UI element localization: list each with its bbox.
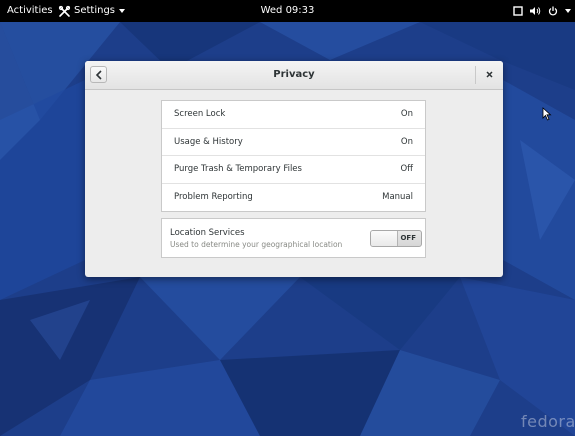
row-label: Screen Lock — [174, 109, 226, 119]
screen-icon — [513, 6, 523, 16]
app-menu-button[interactable]: Settings — [58, 0, 126, 22]
location-services-subtitle: Used to determine your geographical loca… — [170, 240, 343, 249]
chevron-left-icon — [95, 70, 102, 80]
app-menu-label: Settings — [74, 5, 116, 16]
activities-button[interactable]: Activities — [7, 0, 53, 22]
row-usage-history[interactable]: Usage & History On — [162, 129, 425, 156]
header-separator — [475, 66, 476, 84]
switch-knob — [371, 231, 398, 246]
settings-tools-icon — [58, 5, 71, 17]
location-services-row: Location Services Used to determine your… — [161, 218, 426, 258]
row-value: On — [400, 136, 413, 147]
window-title-area: Privacy — [85, 61, 503, 89]
row-screen-lock[interactable]: Screen Lock On — [162, 101, 425, 129]
close-button[interactable] — [481, 66, 498, 83]
row-label: Usage & History — [174, 136, 243, 147]
switch-state: OFF — [400, 234, 416, 242]
privacy-window: Privacy Screen Lock On Usage & History O… — [85, 61, 503, 277]
status-menu[interactable] — [513, 0, 571, 22]
row-value: Manual — [382, 191, 413, 202]
row-label: Problem Reporting — [174, 191, 253, 202]
power-icon — [548, 6, 558, 16]
top-bar: Activities Settings Wed 09:33 — [0, 0, 575, 22]
row-label: Purge Trash & Temporary Files — [174, 164, 302, 174]
location-services-switch[interactable]: OFF — [370, 230, 422, 247]
location-services-title: Location Services — [170, 228, 245, 238]
window-header: Privacy — [85, 61, 503, 90]
clock-button[interactable]: Wed 09:33 — [261, 5, 315, 16]
back-button[interactable] — [90, 66, 107, 83]
chevron-down-icon — [119, 9, 126, 13]
row-problem-reporting[interactable]: Problem Reporting Manual — [162, 184, 425, 212]
chevron-down-icon — [565, 9, 571, 13]
row-value: Off — [400, 164, 413, 174]
window-title: Privacy — [273, 69, 315, 80]
volume-icon — [530, 7, 541, 15]
row-purge-trash[interactable]: Purge Trash & Temporary Files Off — [162, 156, 425, 184]
fedora-logo: fedora — [521, 412, 575, 431]
row-value: On — [400, 109, 413, 119]
mouse-pointer-icon — [542, 107, 552, 121]
privacy-settings-list: Screen Lock On Usage & History On Purge … — [161, 100, 426, 212]
close-icon — [486, 71, 493, 78]
